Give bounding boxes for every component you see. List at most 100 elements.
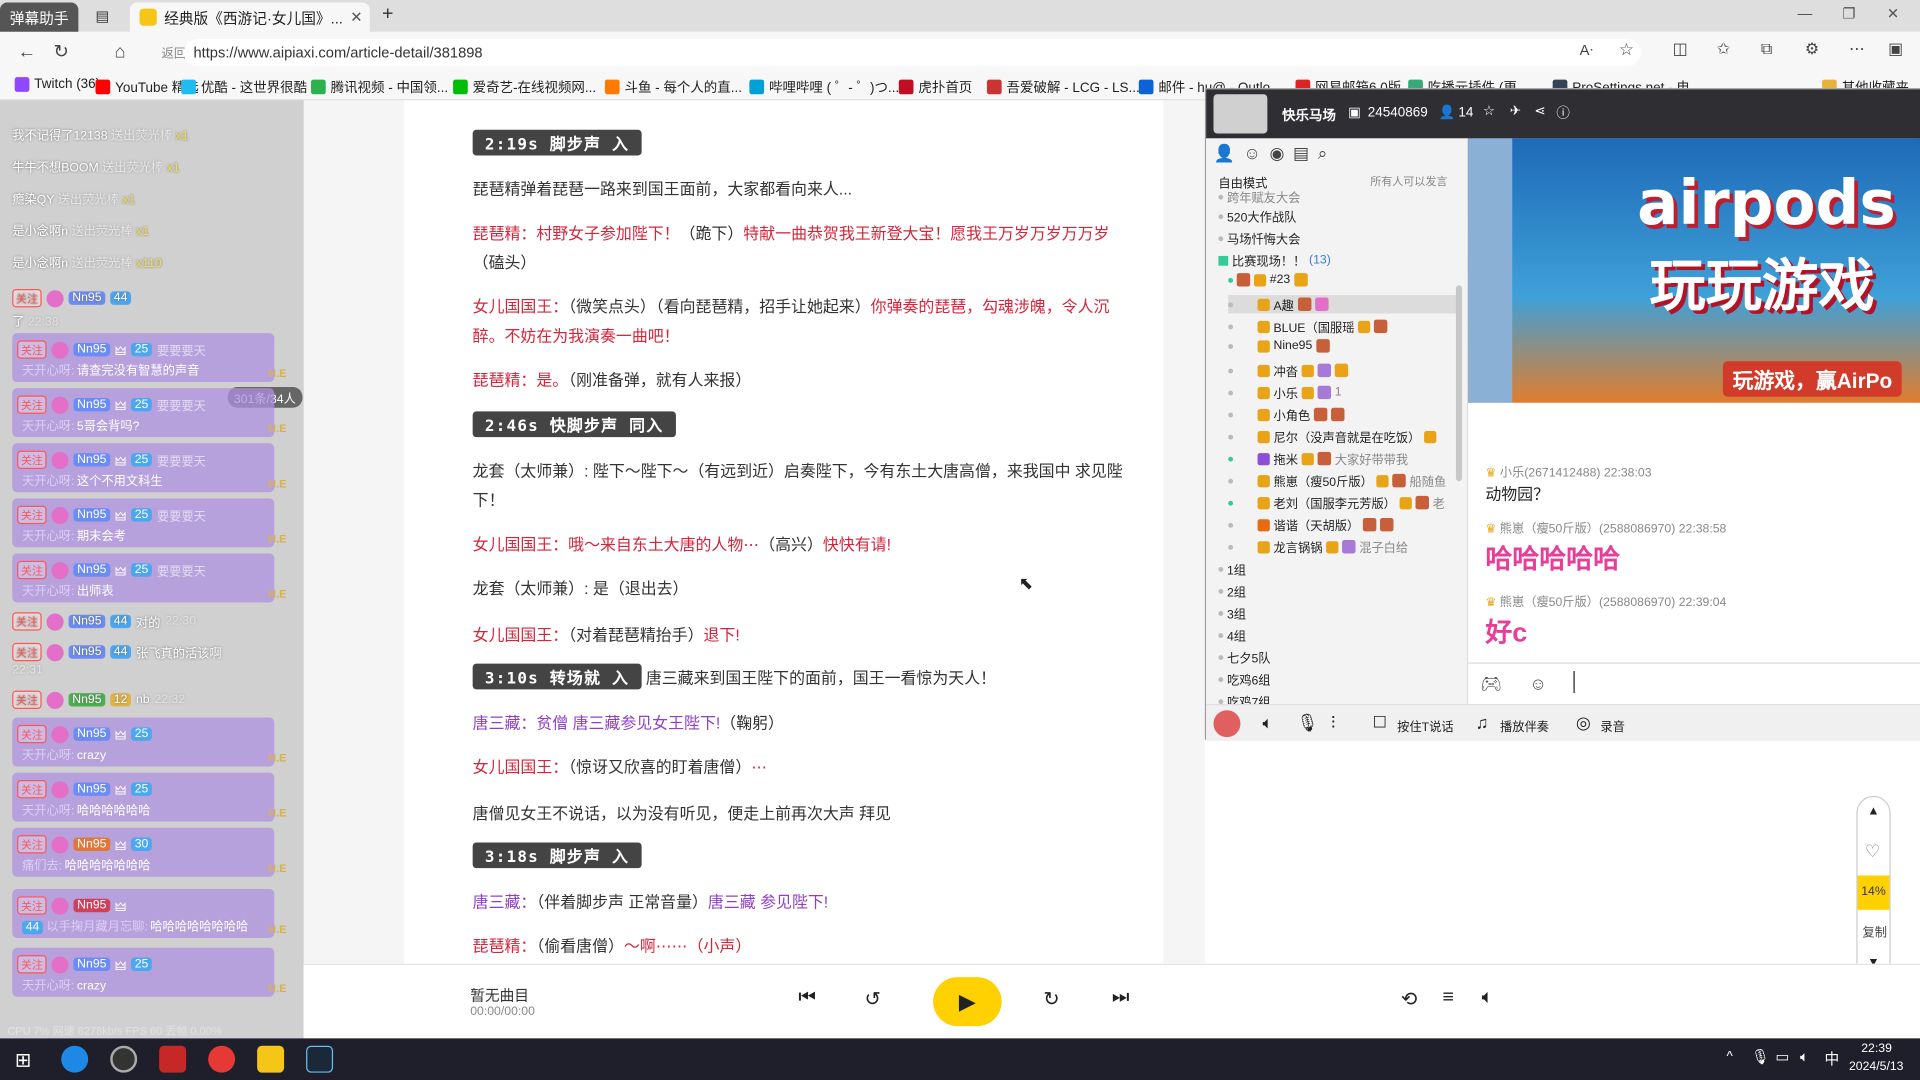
user-icon[interactable]: 👤	[1213, 143, 1234, 164]
volume-icon[interactable]: 🔈︎	[1482, 987, 1494, 1009]
channel-item[interactable]: 跨年赋友大会	[1218, 187, 1300, 206]
close-tab-icon[interactable]: ✕	[350, 9, 362, 26]
microphone-icon[interactable]: 🎙︎	[1297, 713, 1319, 734]
ad-banner[interactable]: airpods 玩玩游戏 玩游戏，赢AirPo	[1468, 138, 1920, 403]
speaker-icon[interactable]: 🔈︎	[1262, 713, 1272, 734]
back-icon[interactable]: ←	[10, 41, 44, 62]
read-aloud-icon[interactable]: Aᐧ	[1580, 42, 1594, 59]
refresh-icon[interactable]: ↻	[44, 40, 78, 63]
repeat-icon[interactable]: ⟲	[1401, 987, 1417, 1011]
copy-button[interactable]: 复制	[1862, 922, 1886, 940]
minimize-icon[interactable]: —	[1793, 5, 1817, 22]
member-item[interactable]: Nine95	[1228, 339, 1330, 353]
next-track-icon[interactable]: ⏭	[1112, 987, 1130, 1009]
emoji-search-icon[interactable]: ☺	[1529, 673, 1547, 693]
obs-icon[interactable]	[110, 1045, 138, 1073]
bookmark-item[interactable]: Twitch (36)	[14, 77, 100, 92]
volume-tray-icon[interactable]: 🔈︎	[1800, 1048, 1809, 1066]
playlist-icon[interactable]: ≡	[1442, 987, 1453, 1009]
mixer-icon[interactable]: ⫶	[1331, 713, 1335, 734]
steam-icon[interactable]	[306, 1045, 334, 1073]
yy-icon[interactable]	[257, 1045, 285, 1073]
channel-item[interactable]: 吃鸡7组	[1218, 692, 1270, 704]
music-note-icon[interactable]: ♫	[1476, 713, 1489, 733]
search-icon[interactable]: ⌕	[1318, 143, 1328, 164]
favorites-icon[interactable]: ✩	[1717, 39, 1730, 59]
record-icon[interactable]: ◎	[1576, 713, 1591, 734]
collections-icon[interactable]: ⧉	[1761, 39, 1772, 59]
member-item[interactable]: #23	[1228, 273, 1308, 287]
member-item[interactable]: 老刘（国服李元芳版）老	[1228, 493, 1445, 512]
new-tab-icon[interactable]: +	[382, 4, 393, 26]
tab-danmaku-helper[interactable]: 弹幕助手	[0, 2, 79, 32]
tray-arrow-icon[interactable]: ^	[1727, 1049, 1733, 1064]
member-item[interactable]: 龙言锅锅 混子白给	[1228, 538, 1408, 556]
play-button[interactable]: ▶	[933, 977, 1002, 1027]
notes-icon[interactable]: ▤	[1293, 143, 1309, 164]
extensions-icon[interactable]: ⚙	[1805, 39, 1819, 59]
tab-article[interactable]: 经典版《西游记·女儿国》... ✕	[129, 2, 370, 32]
bookmark-item[interactable]: 斗鱼 - 每个人的直...	[604, 77, 742, 97]
member-item[interactable]: 小角色	[1228, 405, 1345, 424]
forward-15-icon[interactable]: ↻	[1043, 987, 1059, 1011]
mic-tray-icon[interactable]: 🎙︎	[1751, 1048, 1770, 1065]
info-icon[interactable]: ⓘ	[1556, 103, 1569, 123]
edge-icon[interactable]	[61, 1045, 89, 1073]
script-line: 琵琶精弹着琵琶一路来到国王面前，大家都看向来人...	[472, 180, 853, 199]
gamepad-icon[interactable]: 🎮︎	[1480, 673, 1502, 694]
member-item[interactable]: 小乐 1	[1228, 383, 1342, 402]
channel-item[interactable]: 马场忏悔大会	[1218, 229, 1300, 247]
channel-item[interactable]: 2组	[1218, 582, 1246, 600]
member-item[interactable]: 尼尔（没声音就是在吃饭）	[1228, 427, 1437, 446]
channel-item[interactable]: 七夕5队	[1218, 648, 1270, 666]
channel-item[interactable]: 1组	[1218, 560, 1246, 578]
bookmark-item[interactable]: 哔哩哔哩 ( ゜- ゜)つ...	[749, 77, 899, 97]
avatar[interactable]	[1213, 710, 1241, 738]
checkbox-icon[interactable]: ☐	[1373, 713, 1387, 733]
bookmark-item[interactable]: 优酷 - 这世界很酷	[181, 77, 307, 97]
sidebar-toggle-icon[interactable]: ▣	[1888, 39, 1903, 59]
favorite-star-icon[interactable]: ☆	[1619, 39, 1634, 60]
channel-item[interactable]: 4组	[1218, 626, 1246, 644]
bookmark-item[interactable]: 爱奇艺-在线视频网...	[453, 77, 596, 97]
location-icon[interactable]: ◉	[1269, 143, 1284, 164]
channel-item[interactable]: 3组	[1218, 604, 1246, 622]
accompany-button[interactable]: 播放伴奏	[1500, 716, 1549, 734]
emoji-icon[interactable]: ☺	[1243, 143, 1261, 164]
close-window-icon[interactable]: ✕	[1881, 5, 1905, 22]
previous-track-icon[interactable]: ⏮	[798, 987, 816, 1009]
network-icon[interactable]: ▭	[1776, 1048, 1790, 1065]
start-icon[interactable]: ⊞	[15, 1048, 31, 1072]
member-item[interactable]: 拖米 大家好带带我	[1228, 449, 1408, 468]
rewind-15-icon[interactable]: ↺	[864, 987, 880, 1011]
member-item[interactable]: 谐谐（天胡版）	[1228, 516, 1394, 534]
home-icon[interactable]: ⌂	[103, 41, 137, 62]
split-screen-icon[interactable]: ◫	[1673, 39, 1688, 59]
chat-input-row[interactable]: 🎮︎ ☺	[1468, 662, 1920, 705]
bookmark-item[interactable]: 虎扑首页	[898, 77, 972, 97]
bookmark-item[interactable]: 腾讯视频 - 中国领...	[311, 77, 448, 97]
favorite-icon[interactable]: ☆	[1483, 103, 1495, 119]
channel-item[interactable]: 520大作战队	[1218, 207, 1296, 225]
channel-item[interactable]: 吃鸡6组	[1218, 670, 1270, 688]
member-item[interactable]: 冲沓	[1228, 361, 1349, 380]
more-menu-icon[interactable]: ⋯	[1849, 39, 1865, 59]
ime-indicator[interactable]: 中	[1825, 1048, 1840, 1069]
channel-scrollbar[interactable]	[1455, 285, 1463, 482]
member-item[interactable]: 熊崽（瘦50斤版） 船随鱼	[1228, 471, 1446, 490]
heart-icon[interactable]: ♡	[1865, 841, 1880, 862]
member-item[interactable]: A趣	[1228, 295, 1461, 314]
member-item[interactable]: BLUE（国服瑶	[1228, 317, 1388, 336]
address-input[interactable]: https://www.aipiaxi.com/article-detail/3…	[183, 39, 1641, 67]
share-icon[interactable]: ⋖	[1534, 103, 1545, 119]
channel-live[interactable]: 比赛现场！！ (13)	[1218, 251, 1331, 269]
record-button[interactable]: 录音	[1600, 716, 1624, 734]
bookmark-item[interactable]: 吾爱破解 - LCG - LS...	[986, 77, 1140, 97]
restore-icon[interactable]: ❐	[1837, 5, 1861, 22]
scroll-up-icon[interactable]: ▲	[1867, 804, 1879, 817]
app-icon[interactable]	[159, 1045, 187, 1073]
plane-icon[interactable]: ✈	[1510, 103, 1521, 119]
push-to-talk-label[interactable]: 按住T说话	[1397, 716, 1453, 734]
netease-music-icon[interactable]	[208, 1045, 236, 1073]
tab-actions-icon[interactable]: ▤	[96, 7, 110, 24]
